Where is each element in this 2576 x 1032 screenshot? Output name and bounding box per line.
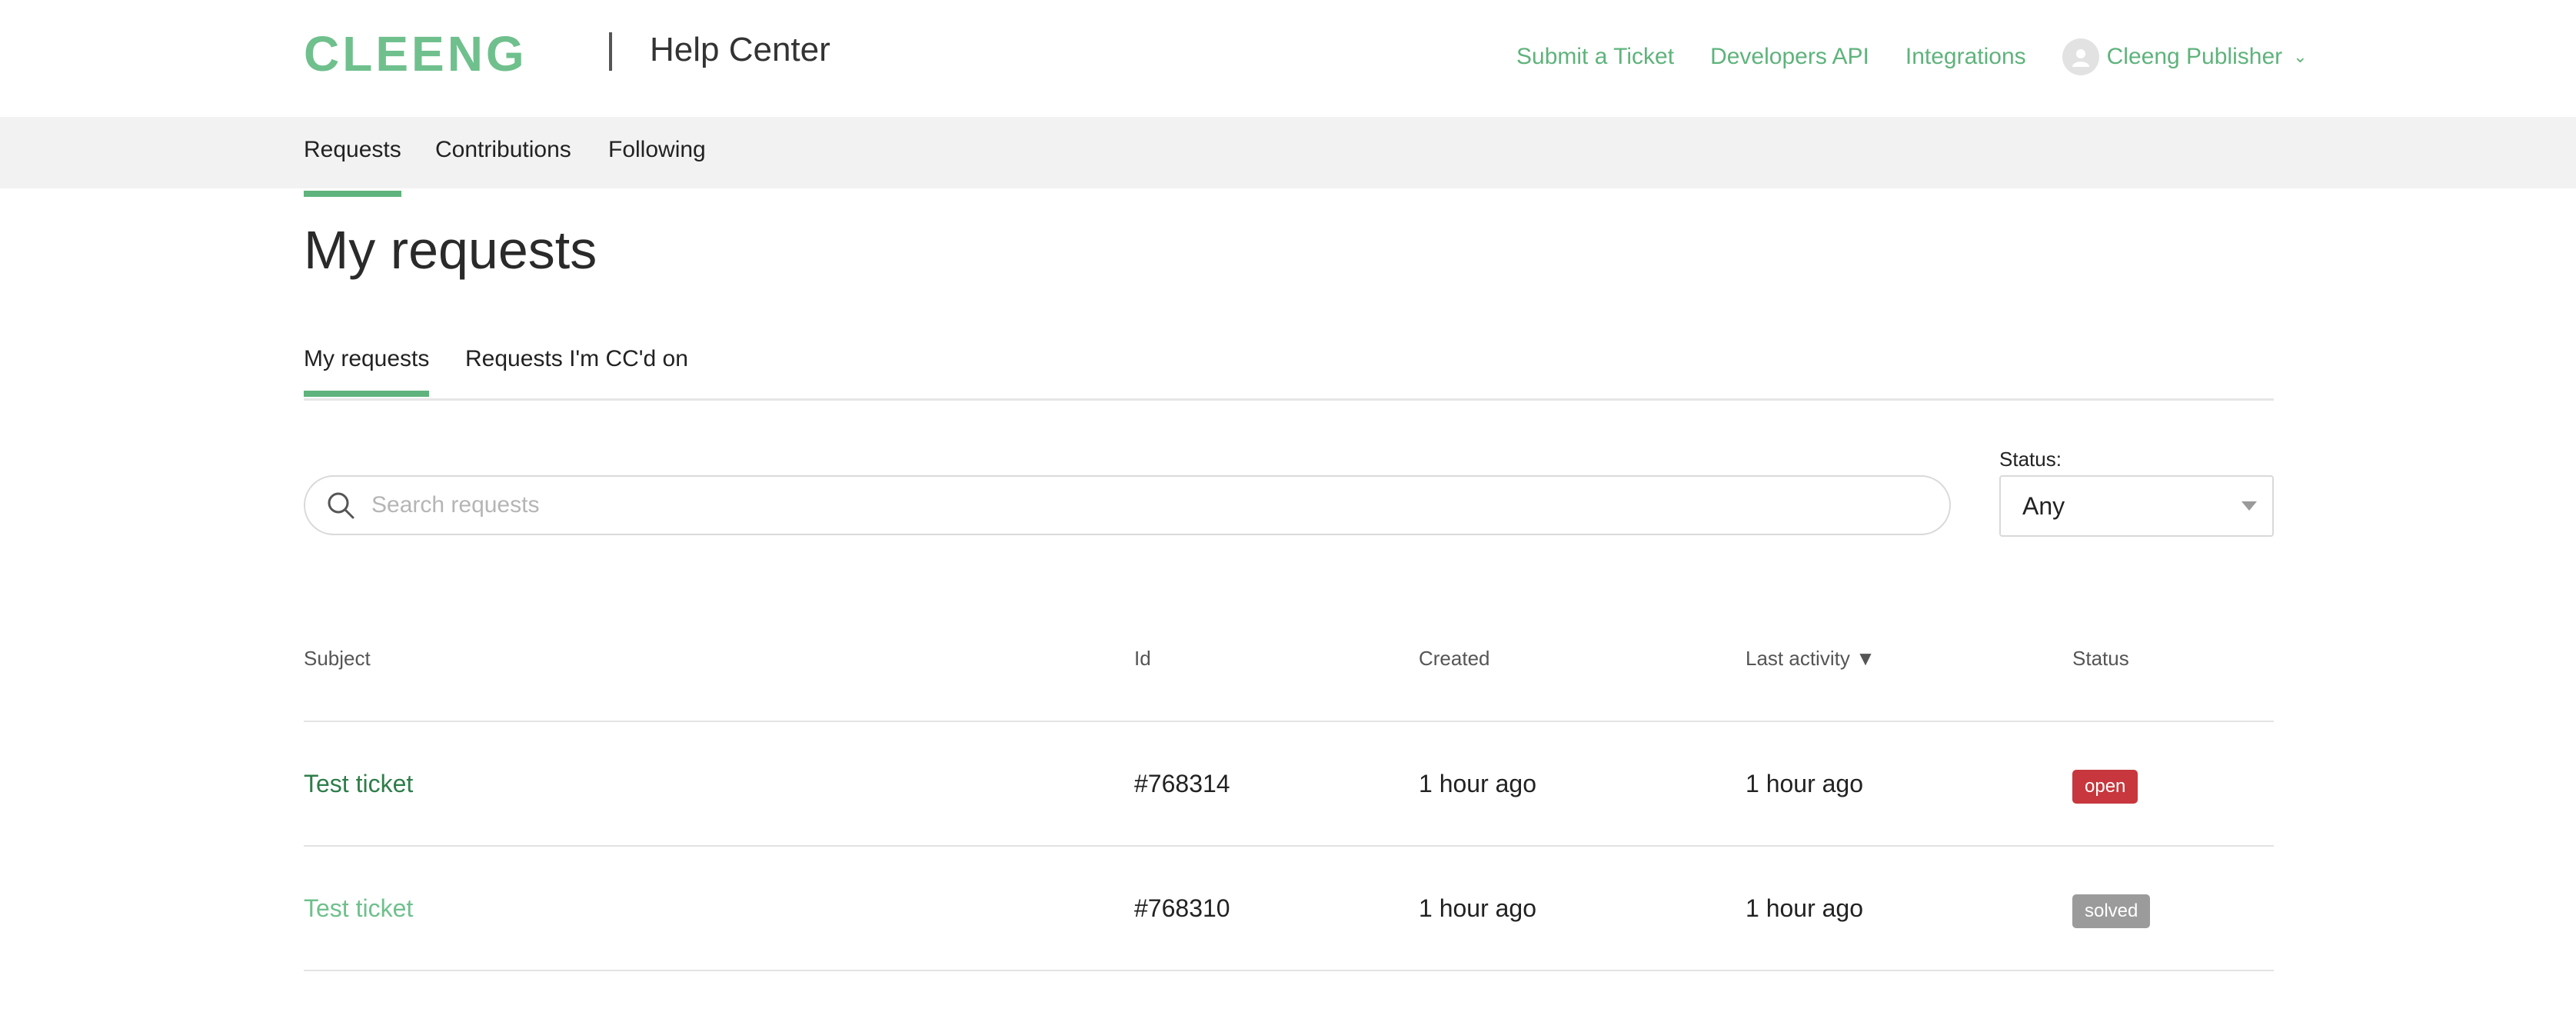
cleeng-logo[interactable]: CLEENG xyxy=(304,31,581,77)
status-filter-label: Status: xyxy=(1999,448,2062,471)
request-id: #768314 xyxy=(1134,770,1230,797)
avatar xyxy=(2062,38,2099,75)
table-row: Test ticket #768310 1 hour ago 1 hour ag… xyxy=(304,847,2274,971)
user-name: Cleeng Publisher xyxy=(2106,44,2283,69)
tab-requests[interactable]: Requests xyxy=(304,137,401,197)
chevron-down-icon xyxy=(2242,501,2257,511)
tab-requests-cc[interactable]: Requests I'm CC'd on xyxy=(465,346,688,391)
status-badge: open xyxy=(2072,770,2138,804)
top-nav: Submit a Ticket Developers API Integrati… xyxy=(1516,38,2308,75)
requests-table: Subject Id Created Last activity ▼ Statu… xyxy=(304,642,2274,971)
tab-following[interactable]: Following xyxy=(608,137,706,191)
profile-subnav: Requests Contributions Following xyxy=(0,117,2576,197)
chevron-down-icon: ⌄ xyxy=(2293,47,2308,66)
request-last-activity: 1 hour ago xyxy=(1746,894,1864,922)
integrations-link[interactable]: Integrations xyxy=(1905,44,2026,70)
request-id: #768310 xyxy=(1134,894,1230,922)
column-id[interactable]: Id xyxy=(1134,647,1151,671)
column-subject[interactable]: Subject xyxy=(304,647,371,671)
developers-api-link[interactable]: Developers API xyxy=(1710,44,1869,70)
status-select[interactable]: Any xyxy=(1999,475,2274,537)
page-title: My requests xyxy=(304,220,597,280)
user-icon xyxy=(2072,49,2089,67)
column-status[interactable]: Status xyxy=(2072,647,2129,671)
svg-text:CLEENG: CLEENG xyxy=(304,31,528,77)
user-menu[interactable]: Cleeng Publisher ⌄ xyxy=(2062,38,2308,75)
request-created: 1 hour ago xyxy=(1419,770,1537,797)
sort-desc-icon: ▼ xyxy=(1855,647,1875,670)
search-box xyxy=(304,475,1951,535)
request-last-activity: 1 hour ago xyxy=(1746,770,1864,797)
help-center-title[interactable]: Help Center xyxy=(650,31,830,69)
request-subject-link[interactable]: Test ticket xyxy=(304,770,413,798)
column-last-activity[interactable]: Last activity ▼ xyxy=(1746,647,1875,671)
brand-divider xyxy=(609,32,612,71)
column-created[interactable]: Created xyxy=(1419,647,1490,671)
site-header: CLEENG Help Center Submit a Ticket Devel… xyxy=(0,0,2576,117)
table-header: Subject Id Created Last activity ▼ Statu… xyxy=(304,642,2274,722)
search-icon xyxy=(328,492,354,519)
status-badge: solved xyxy=(2072,894,2151,928)
request-subject-link[interactable]: Test ticket xyxy=(304,894,413,923)
submit-ticket-link[interactable]: Submit a Ticket xyxy=(1516,44,1674,70)
column-last-activity-label: Last activity xyxy=(1746,647,1850,670)
tab-my-requests[interactable]: My requests xyxy=(304,346,430,397)
table-row: Test ticket #768314 1 hour ago 1 hour ag… xyxy=(304,722,2274,847)
tab-contributions[interactable]: Contributions xyxy=(435,137,571,191)
search-input[interactable] xyxy=(370,491,1834,519)
request-tabs: My requests Requests I'm CC'd on xyxy=(304,346,2274,401)
status-select-value: Any xyxy=(2022,491,2065,520)
request-created: 1 hour ago xyxy=(1419,894,1537,922)
